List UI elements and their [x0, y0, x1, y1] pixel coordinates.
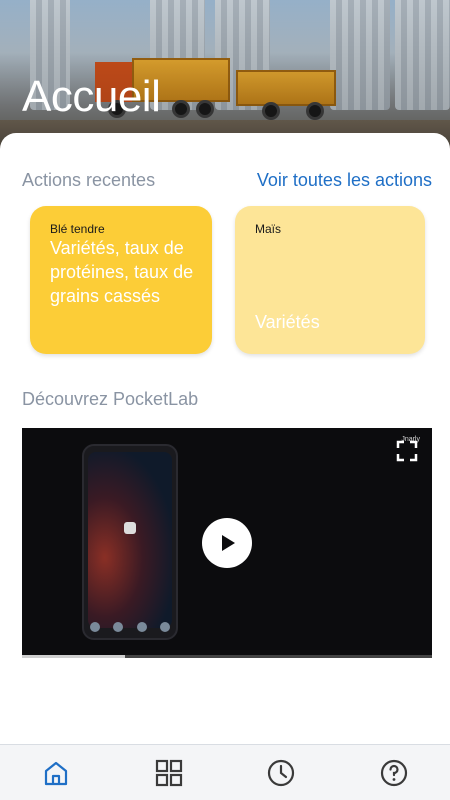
- dock-app-icon: [90, 622, 100, 632]
- card-category: Maïs: [255, 222, 282, 236]
- play-icon: [222, 535, 235, 551]
- card-description: Variétés, taux de protéines, taux de gra…: [50, 238, 194, 306]
- home-icon: [45, 761, 68, 785]
- nav-history[interactable]: [251, 751, 311, 795]
- dock-app-icon: [136, 622, 147, 632]
- header-banner: Accueil: [0, 0, 450, 150]
- dock-app-icon: [113, 622, 124, 632]
- grid-icon: [155, 759, 182, 786]
- play-button[interactable]: [202, 518, 252, 568]
- video-progress-fill: [22, 655, 125, 658]
- video-player[interactable]: Jnarly: [22, 428, 432, 658]
- discover-title: Découvrez PocketLab: [22, 389, 199, 409]
- nav-home[interactable]: [26, 751, 86, 795]
- recent-action-card-mais[interactable]: Maïs Variétés: [235, 206, 425, 354]
- app-icon: [124, 522, 136, 534]
- fullscreen-icon[interactable]: [396, 440, 418, 462]
- recent-actions-title: Actions recentes: [22, 169, 156, 190]
- card-category: Blé tendre: [50, 222, 105, 236]
- help-icon: [380, 759, 407, 786]
- phone-screen: [88, 452, 172, 628]
- nav-grid[interactable]: [139, 751, 199, 795]
- clock-icon: [268, 759, 295, 786]
- phone-dock: [90, 622, 170, 632]
- page-title: Accueil: [22, 72, 161, 121]
- phone-mockup: [82, 444, 178, 640]
- card-description: Variétés: [255, 312, 320, 332]
- recent-action-card-ble-tendre[interactable]: Blé tendre Variétés, taux de protéines, …: [30, 206, 212, 354]
- bottom-navigation: [0, 744, 450, 800]
- recent-actions-header: Actions recentes Voir toutes les actions: [22, 168, 432, 192]
- see-all-actions-link[interactable]: Voir toutes les actions: [257, 170, 432, 191]
- dock-app-icon: [159, 622, 170, 632]
- nav-help[interactable]: [364, 751, 424, 795]
- video-progress-bar[interactable]: [22, 655, 432, 658]
